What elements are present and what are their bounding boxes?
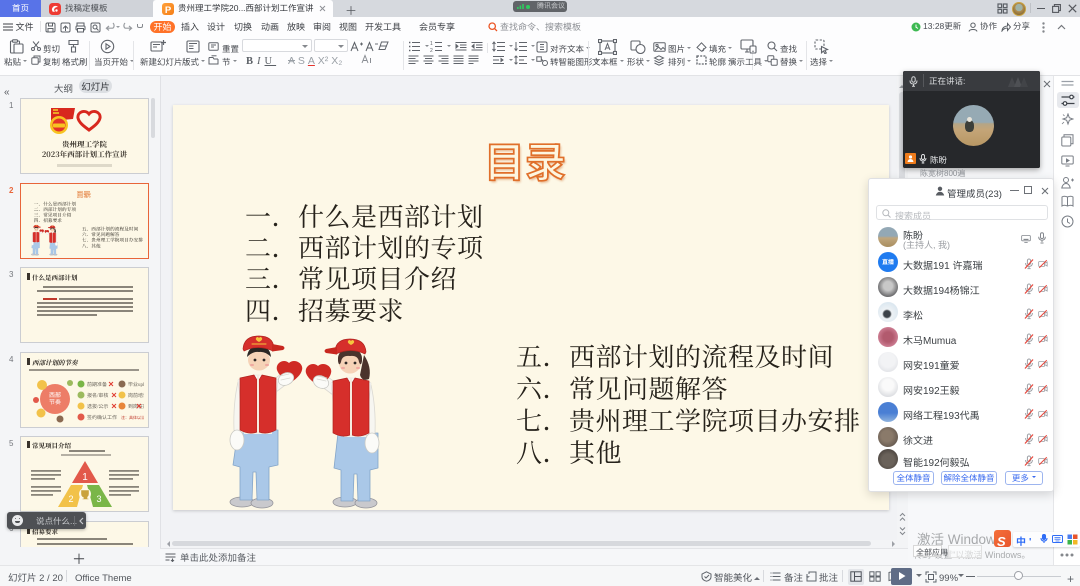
svg-text:3: 3	[96, 492, 101, 505]
svg-text:2: 2	[68, 492, 73, 505]
svg-text:岗前培训: 岗前培训	[128, 392, 144, 399]
svg-text:毕业upload: 毕业upload	[128, 381, 144, 388]
svg-text:1: 1	[82, 468, 88, 483]
svg-text:签约确认工作: 签约确认工作	[87, 414, 117, 421]
svg-text:注：具体以当年通知为准: 注：具体以当年通知为准	[121, 415, 144, 421]
svg-text:到岗在岗: 到岗在岗	[128, 403, 144, 410]
svg-text:2: 2	[430, 47, 433, 52]
svg-text:报名/审核: 报名/审核	[87, 392, 108, 399]
svg-text:节奏: 节奏	[49, 397, 61, 406]
svg-text:选拔/公示: 选拔/公示	[87, 403, 108, 410]
svg-text:前期准备: 前期准备	[87, 381, 107, 388]
